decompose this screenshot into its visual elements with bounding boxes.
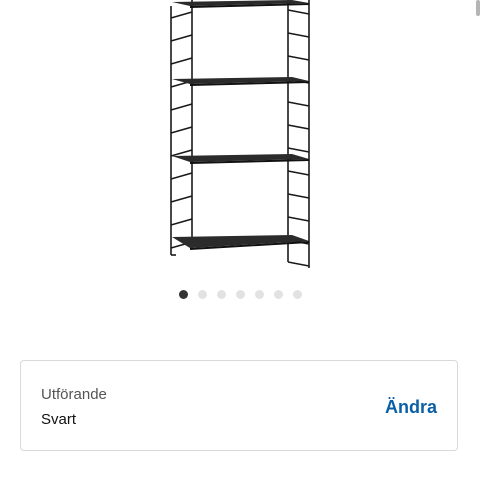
- carousel-dot[interactable]: [273, 290, 283, 299]
- variant-value: Svart: [41, 411, 77, 428]
- change-variant-link[interactable]: Ändra: [385, 397, 437, 417]
- image-carousel-dots: [0, 290, 480, 302]
- variant-selector-card[interactable]: Utförande Svart Ändra: [20, 360, 458, 451]
- right-ladder: [287, 0, 310, 268]
- carousel-dot[interactable]: [178, 290, 188, 299]
- carousel-dot[interactable]: [254, 290, 264, 299]
- product-image[interactable]: [0, 0, 480, 280]
- carousel-dot[interactable]: [216, 290, 226, 299]
- left-ladder: [170, 0, 193, 256]
- carousel-dot[interactable]: [235, 290, 245, 299]
- carousel-dot[interactable]: [292, 290, 302, 299]
- carousel-dot[interactable]: [197, 290, 207, 299]
- shelf-illustration: [170, 0, 310, 268]
- variant-label: Utförande: [41, 386, 107, 403]
- product-page: Utförande Svart Ändra: [0, 0, 480, 480]
